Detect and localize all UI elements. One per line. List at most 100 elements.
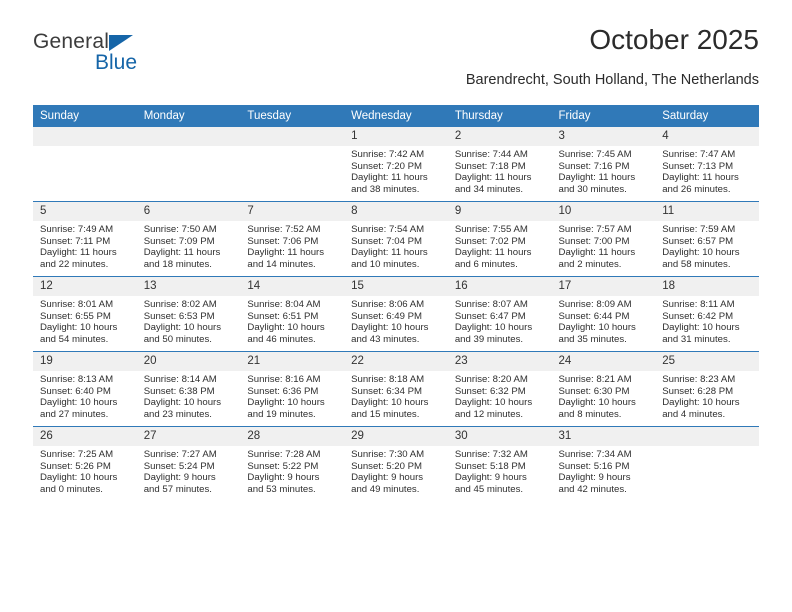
day-cell-10[interactable]: 10 Sunrise: 7:57 AM Sunset: 7:00 PM Dayligh… [551, 202, 656, 276]
day-sun-info: Sunrise: 7:57 AM Sunset: 7:00 PM Daylight:… [552, 221, 656, 270]
calendar-cell: 17 Sunrise: 8:09 AM Sunset: 6:44 PM Dayligh… [551, 276, 656, 352]
calendar-cell: 11 Sunrise: 7:59 AM Sunset: 6:57 PM Dayligh… [655, 201, 759, 277]
day-cell-27[interactable]: 27 Sunrise: 7:27 AM Sunset: 5:24 PM Dayligh… [136, 427, 241, 501]
day-cell-26[interactable]: 26 Sunrise: 7:25 AM Sunset: 5:26 PM Dayligh… [33, 427, 137, 501]
day-cell-8[interactable]: 8 Sunrise: 7:54 AM Sunset: 7:04 PM Daylight… [344, 202, 448, 276]
day-cell-5[interactable]: 5 Sunrise: 7:49 AM Sunset: 7:11 PM Daylight… [33, 202, 137, 276]
day-cell-12[interactable]: 12 Sunrise: 8:01 AM Sunset: 6:55 PM Dayligh… [33, 277, 137, 351]
day-sun-info: Sunrise: 7:44 AM Sunset: 7:18 PM Daylight:… [448, 146, 552, 195]
day-sunrise-text: Sunrise: 7:47 AM [662, 149, 736, 160]
day-cell-13[interactable]: 13 Sunrise: 8:02 AM Sunset: 6:53 PM Dayligh… [136, 277, 241, 351]
day-sunrise-text: Sunrise: 7:54 AM [351, 224, 425, 235]
day-cell-31[interactable]: 31 Sunrise: 7:34 AM Sunset: 5:16 PM Dayligh… [551, 427, 656, 501]
page-header: General Blue October 2025 Barendrecht, S… [33, 24, 759, 98]
day-sun-info: Sunrise: 8:06 AM Sunset: 6:49 PM Daylight:… [344, 296, 448, 345]
day-sunrise-text: Sunrise: 7:49 AM [40, 224, 114, 235]
day-sun-info: Sunrise: 7:55 AM Sunset: 7:02 PM Daylight:… [448, 221, 552, 270]
day-cell-16[interactable]: 16 Sunrise: 8:07 AM Sunset: 6:47 PM Dayligh… [447, 277, 552, 351]
day-cell-9[interactable]: 9 Sunrise: 7:55 AM Sunset: 7:02 PM Daylight… [447, 202, 552, 276]
day-cell-15[interactable]: 15 Sunrise: 8:06 AM Sunset: 6:49 PM Dayligh… [344, 277, 448, 351]
day-sunrise-text: Sunrise: 8:16 AM [247, 374, 321, 385]
calendar-cell: 22 Sunrise: 8:18 AM Sunset: 6:34 PM Dayligh… [344, 351, 448, 427]
day-sunrise-text: Sunrise: 8:21 AM [558, 374, 632, 385]
day-sunset-text: Sunset: 6:44 PM [558, 310, 630, 322]
day-number: 19 [33, 352, 137, 371]
day-sunset-text: Sunset: 6:42 PM [662, 310, 734, 322]
day-cell-24[interactable]: 24 Sunrise: 8:21 AM Sunset: 6:30 PM Dayligh… [551, 352, 656, 426]
day-sun-info: Sunrise: 8:13 AM Sunset: 6:40 PM Daylight:… [33, 371, 137, 420]
day-sun-info: Sunrise: 7:59 AM Sunset: 6:57 PM Daylight:… [655, 221, 759, 270]
day-daylight-line2-text: and 15 minutes. [351, 408, 420, 420]
day-cell-18[interactable]: 18 Sunrise: 8:11 AM Sunset: 6:42 PM Dayligh… [655, 277, 759, 351]
day-sunrise-text: Sunrise: 7:27 AM [143, 449, 217, 460]
day-sunrise-text: Sunrise: 7:52 AM [247, 224, 321, 235]
day-cell-23[interactable]: 23 Sunrise: 8:20 AM Sunset: 6:32 PM Dayligh… [447, 352, 552, 426]
day-cell-29[interactable]: 29 Sunrise: 7:30 AM Sunset: 5:20 PM Dayligh… [344, 427, 448, 501]
day-cell-3[interactable]: 3 Sunrise: 7:45 AM Sunset: 7:16 PM Daylight… [551, 127, 656, 201]
day-sunset-text: Sunset: 7:18 PM [454, 160, 526, 172]
day-daylight-line2-text: and 34 minutes. [454, 183, 524, 195]
calendar-cell: 10 Sunrise: 7:57 AM Sunset: 7:00 PM Dayligh… [551, 201, 656, 277]
day-cell-2[interactable]: 2 Sunrise: 7:44 AM Sunset: 7:18 PM Daylight… [447, 127, 552, 201]
day-daylight-line1-text: Daylight: 10 hours [40, 322, 118, 334]
day-sun-info: Sunrise: 8:20 AM Sunset: 6:32 PM Daylight:… [448, 371, 552, 420]
day-cell-14[interactable]: 14 Sunrise: 8:04 AM Sunset: 6:51 PM Dayligh… [240, 277, 345, 351]
day-sunset-text: Sunset: 5:16 PM [558, 460, 630, 472]
calendar-cell: 4 Sunrise: 7:47 AM Sunset: 7:13 PM Daylight… [655, 127, 759, 202]
day-sunset-text: Sunset: 6:51 PM [247, 310, 319, 322]
day-number [240, 127, 345, 146]
day-daylight-line2-text: and 31 minutes. [662, 333, 731, 345]
day-sunset-text: Sunset: 6:57 PM [662, 235, 734, 247]
day-cell-20[interactable]: 20 Sunrise: 8:14 AM Sunset: 6:38 PM Dayligh… [136, 352, 241, 426]
day-daylight-line2-text: and 54 minutes. [40, 333, 109, 345]
day-cell-30[interactable]: 30 Sunrise: 7:32 AM Sunset: 5:18 PM Dayligh… [447, 427, 552, 501]
day-cell-25[interactable]: 25 Sunrise: 8:23 AM Sunset: 6:28 PM Dayligh… [655, 352, 759, 426]
day-cell-21[interactable]: 21 Sunrise: 8:16 AM Sunset: 6:36 PM Dayligh… [240, 352, 345, 426]
calendar-cell: 21 Sunrise: 8:16 AM Sunset: 6:36 PM Dayligh… [240, 351, 345, 427]
day-daylight-line2-text: and 0 minutes. [40, 483, 103, 495]
day-daylight-line1-text: Daylight: 11 hours [351, 247, 428, 259]
day-cell-11[interactable]: 11 Sunrise: 7:59 AM Sunset: 6:57 PM Dayligh… [655, 202, 759, 276]
day-daylight-line2-text: and 43 minutes. [351, 333, 420, 345]
day-cell-19[interactable]: 19 Sunrise: 8:13 AM Sunset: 6:40 PM Dayligh… [33, 352, 137, 426]
day-sunrise-text: Sunrise: 7:45 AM [558, 149, 632, 160]
day-daylight-line2-text: and 12 minutes. [454, 408, 524, 420]
calendar-cell [655, 426, 759, 501]
day-sunrise-text: Sunrise: 7:50 AM [143, 224, 217, 235]
day-cell-17[interactable]: 17 Sunrise: 8:09 AM Sunset: 6:44 PM Dayligh… [551, 277, 656, 351]
day-daylight-line2-text: and 58 minutes. [662, 258, 731, 270]
day-daylight-line1-text: Daylight: 10 hours [40, 472, 118, 484]
day-daylight-line1-text: Daylight: 10 hours [351, 322, 429, 334]
calendar-cell: 5 Sunrise: 7:49 AM Sunset: 7:11 PM Daylight… [33, 201, 137, 277]
calendar-cell: 9 Sunrise: 7:55 AM Sunset: 7:02 PM Daylight… [447, 201, 552, 277]
day-sunset-text: Sunset: 5:18 PM [454, 460, 526, 472]
brand-logo[interactable]: General Blue [33, 30, 163, 82]
day-cell-empty [136, 127, 241, 201]
weekday-header-thursday: Thursday [447, 105, 552, 127]
day-number: 11 [655, 202, 759, 221]
day-cell-6[interactable]: 6 Sunrise: 7:50 AM Sunset: 7:09 PM Daylight… [136, 202, 241, 276]
day-daylight-line2-text: and 23 minutes. [143, 408, 212, 420]
calendar-cell: 2 Sunrise: 7:44 AM Sunset: 7:18 PM Daylight… [447, 127, 552, 202]
page-subtitle: Barendrecht, South Holland, The Netherla… [465, 72, 759, 88]
calendar-week-row: 12 Sunrise: 8:01 AM Sunset: 6:55 PM Dayligh… [33, 276, 759, 352]
day-sunrise-text: Sunrise: 8:02 AM [143, 299, 217, 310]
day-daylight-line2-text: and 22 minutes. [40, 258, 109, 270]
day-cell-1[interactable]: 1 Sunrise: 7:42 AM Sunset: 7:20 PM Daylight… [344, 127, 448, 201]
calendar-cell: 30 Sunrise: 7:32 AM Sunset: 5:18 PM Dayligh… [447, 426, 552, 501]
day-cell-4[interactable]: 4 Sunrise: 7:47 AM Sunset: 7:13 PM Daylight… [655, 127, 759, 201]
day-number: 15 [344, 277, 448, 296]
day-cell-28[interactable]: 28 Sunrise: 7:28 AM Sunset: 5:22 PM Dayligh… [240, 427, 345, 501]
day-daylight-line1-text: Daylight: 11 hours [143, 247, 221, 259]
day-daylight-line2-text: and 19 minutes. [247, 408, 316, 420]
day-number: 16 [447, 277, 552, 296]
day-cell-22[interactable]: 22 Sunrise: 8:18 AM Sunset: 6:34 PM Dayligh… [344, 352, 448, 426]
calendar-cell: 12 Sunrise: 8:01 AM Sunset: 6:55 PM Dayligh… [33, 276, 137, 352]
day-daylight-line1-text: Daylight: 9 hours [247, 472, 320, 484]
day-cell-7[interactable]: 7 Sunrise: 7:52 AM Sunset: 7:06 PM Daylight… [240, 202, 345, 276]
calendar-cell: 1 Sunrise: 7:42 AM Sunset: 7:20 PM Daylight… [344, 127, 448, 202]
day-daylight-line2-text: and 26 minutes. [662, 183, 731, 195]
day-number: 1 [344, 127, 448, 146]
weekday-header-wednesday: Wednesday [344, 105, 448, 127]
calendar-page: General Blue October 2025 Barendrecht, S… [0, 0, 792, 612]
